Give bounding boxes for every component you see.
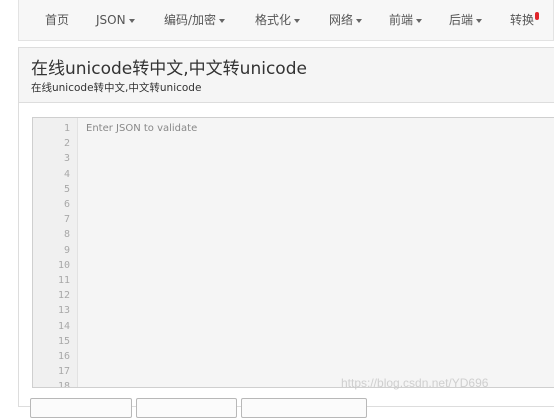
line-number: 10 [57,259,70,271]
caret-down-icon [356,18,363,23]
page-subtitle: 在线unicode转中文,中文转unicode [31,82,202,94]
line-number: 17 [57,366,70,378]
line-number: 12 [57,290,70,302]
unicode-to-chinese-button[interactable] [30,398,132,418]
nav-item-label: JSON [96,13,126,27]
watermark: https://blog.csdn.net/YD696 [341,376,489,390]
nav-item-network[interactable]: 网络 [329,11,363,29]
caret-down-icon [416,18,423,23]
nav-item-home[interactable]: 首页 [45,11,69,29]
line-number: 2 [63,138,70,150]
nav-item-label: 格式化 [255,13,292,27]
line-number: 15 [57,335,70,347]
caret-down-icon [128,18,135,23]
line-number-gutter: 1 2 3 4 5 6 7 8 9 10 11 12 13 14 15 16 17 18 [33,118,78,387]
nav-item-label: 编码/加密 [164,13,217,27]
nav-item-label: 转换 [510,13,535,27]
nav-item-label: 网络 [329,13,354,27]
line-number: 4 [63,168,70,180]
new-badge-icon [535,12,540,20]
page-title: 在线unicode转中文,中文转unicode [31,59,307,79]
caret-down-icon [476,18,483,23]
chinese-to-unicode-button[interactable] [136,398,237,418]
nav-item-frontend[interactable]: 前端 [389,11,423,29]
caret-down-icon [294,18,301,23]
line-number: 11 [57,275,70,287]
line-number: 6 [63,199,70,211]
line-number: 9 [63,244,70,256]
line-number: 3 [63,153,70,165]
top-navbar: 首页 JSON 编码/加密 格式化 网络 前端 后端 转换 [18,0,554,41]
line-number: 1 [63,123,70,134]
nav-item-encode[interactable]: 编码/加密 [164,11,226,29]
line-number: 14 [57,320,70,332]
nav-item-format[interactable]: 格式化 [255,11,301,29]
nav-item-backend[interactable]: 后端 [449,11,483,29]
nav-item-label: 后端 [449,13,474,27]
line-number: 5 [63,183,70,195]
panel-heading: 在线unicode转中文,中文转unicode 在线unicode转中文,中文转… [19,48,554,103]
nav-item-convert[interactable]: 转换 [510,11,540,29]
main-panel: 在线unicode转中文,中文转unicode 在线unicode转中文,中文转… [18,47,554,407]
line-number: 18 [57,381,70,388]
line-numbers: 1 2 3 4 5 6 7 8 9 10 11 12 13 14 15 16 17 18 [33,121,70,388]
line-number: 16 [57,351,70,363]
nav-item-label: 首页 [45,13,70,27]
nav-item-label: 前端 [389,13,414,27]
caret-down-icon [219,18,226,23]
nav-item-json[interactable]: JSON [96,11,135,29]
line-number: 7 [63,214,70,226]
line-number: 13 [57,305,70,317]
json-editor[interactable]: 1 2 3 4 5 6 7 8 9 10 11 12 13 14 15 16 17 18 Enter JSON t… [32,117,554,388]
copy-result-button[interactable] [241,398,367,418]
editor-placeholder: Enter JSON to validate [86,123,198,134]
line-number: 8 [63,229,70,241]
